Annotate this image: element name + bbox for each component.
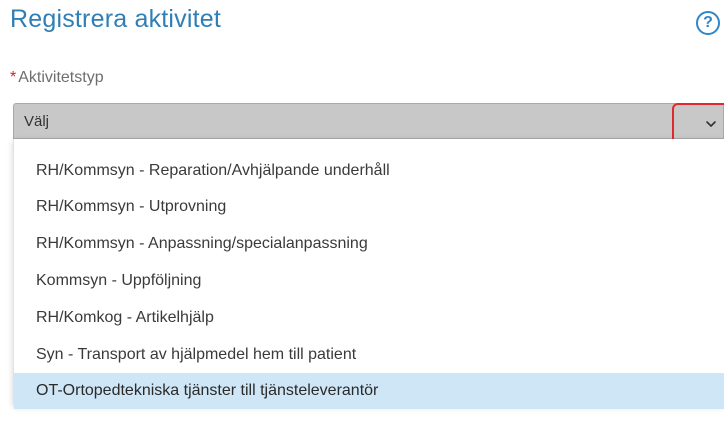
page-title: Registrera aktivitet xyxy=(10,5,222,33)
option-item[interactable]: Kommsyn - Uppföljning xyxy=(14,263,724,299)
option-item[interactable]: Syn - Transport av hjälpmedel hem till p… xyxy=(14,337,724,373)
activity-type-select[interactable]: Välj xyxy=(13,103,724,139)
option-item[interactable]: RH/Komkog - Artikelhjälp xyxy=(14,300,724,336)
activity-type-label-text: Aktivitetstyp xyxy=(18,69,104,86)
option-item-highlighted[interactable]: OT-Ortopedtekniska tjänster till tjänste… xyxy=(14,373,724,409)
activity-type-label: * Aktivitetstyp xyxy=(10,69,104,87)
option-item[interactable]: RH/Kommsyn - Reparation/Avhjälpande unde… xyxy=(14,153,724,189)
option-item[interactable]: RH/Kommsyn - Utprovning xyxy=(14,189,724,225)
option-item[interactable]: RH/Kommsyn - Anpassning/specialanpassnin… xyxy=(14,226,724,262)
select-current-value: Välj xyxy=(24,113,50,130)
activity-type-options-list: RH/Kommsyn - Reparation/Avhjälpande unde… xyxy=(13,139,724,409)
required-marker: * xyxy=(10,69,17,86)
chevron-down-icon xyxy=(706,121,716,127)
register-activity-panel: Registrera aktivitet ? * Aktivitetstyp Vä… xyxy=(0,0,724,435)
help-icon[interactable]: ? xyxy=(696,11,720,35)
